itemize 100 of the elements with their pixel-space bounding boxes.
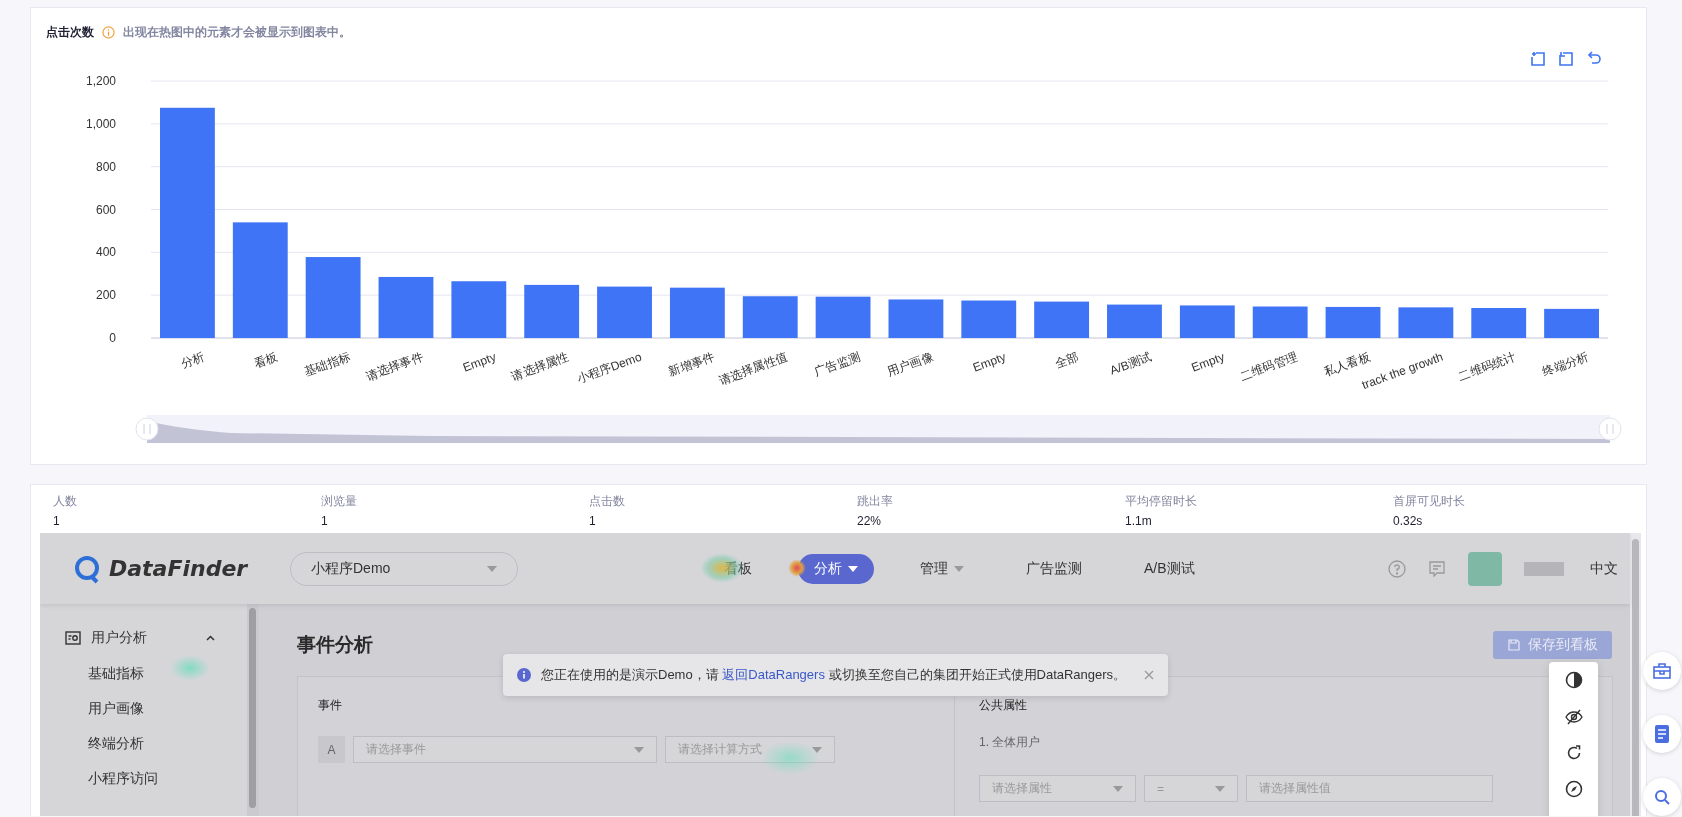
stat-label: 人数	[53, 493, 78, 510]
x-tick-label: Empty	[461, 349, 498, 375]
bar	[815, 296, 871, 338]
event-badge: A	[318, 736, 345, 763]
x-tick-label: 请选择属性	[509, 349, 571, 384]
y-tick-label: 600	[95, 202, 116, 217]
user-search-icon	[65, 630, 81, 646]
bar	[669, 287, 725, 338]
bar	[1179, 305, 1235, 338]
zoom-area-icon[interactable]	[1530, 51, 1546, 67]
bar	[524, 284, 580, 338]
bar	[451, 281, 507, 338]
y-tick-label: 800	[95, 159, 116, 174]
caret-icon	[1215, 785, 1225, 792]
document-button[interactable]	[1643, 715, 1681, 753]
x-tick-label: 私人看板	[1322, 349, 1373, 380]
scrollbar[interactable]	[247, 604, 259, 816]
sidebar-item[interactable]: 小程序访问	[88, 766, 158, 790]
caret-icon	[634, 746, 644, 753]
x-tick-label: 全部	[1053, 349, 1081, 372]
bar	[1471, 308, 1527, 338]
nav-tab[interactable]: 广告监测	[1010, 553, 1098, 584]
bar	[597, 286, 652, 338]
y-tick-label: 0	[109, 331, 116, 345]
x-tick-label: 看板	[251, 349, 280, 372]
caret-icon	[812, 746, 822, 753]
chart-title: 点击次数	[46, 24, 94, 41]
nav-tab[interactable]: 管理	[904, 553, 980, 584]
y-tick-label: 200	[95, 288, 116, 303]
x-tick-label: 二维码统计	[1456, 349, 1518, 384]
nav-tab[interactable]: 分析	[798, 553, 874, 584]
logo-text: DataFinder	[109, 556, 248, 581]
x-tick-label: 基础指标	[302, 349, 353, 380]
search-button[interactable]	[1643, 778, 1681, 816]
sidebar-item[interactable]: 终端分析	[88, 731, 144, 755]
eye-off-icon[interactable]	[1564, 708, 1583, 726]
contrast-icon[interactable]	[1564, 671, 1583, 689]
x-tick-label: 小程序Demo	[574, 349, 644, 387]
nav-tab[interactable]: 看板	[708, 553, 768, 584]
notice-link[interactable]: 返回DataRangers	[722, 667, 825, 682]
page-title: 事件分析	[297, 633, 373, 657]
info-icon	[517, 668, 531, 682]
chart-hint: 出现在热图中的元素才会被显示到图表中。	[123, 24, 351, 41]
chevron-up-icon	[206, 635, 215, 641]
stat-label: 浏览量	[321, 493, 358, 510]
bar	[1544, 308, 1599, 338]
stat-value: 1	[53, 514, 61, 528]
x-tick-label: 用户画像	[885, 349, 935, 380]
section-label: 事件	[318, 697, 343, 714]
caret-icon	[487, 565, 497, 572]
nav-tab[interactable]: A/B测试	[1128, 553, 1211, 584]
info-icon	[102, 26, 115, 39]
stat-value: 1.1m	[1125, 514, 1153, 528]
sidebar-item[interactable]: 基础指标	[88, 661, 144, 685]
bar	[1107, 304, 1162, 338]
blurred-username	[1523, 561, 1564, 576]
sidebar-group[interactable]: 用户分析	[65, 626, 215, 650]
stat-value: 0.32s	[1393, 514, 1424, 528]
x-tick-label: 二维码管理	[1238, 349, 1300, 384]
scrollbar[interactable]	[1630, 533, 1641, 816]
help-icon[interactable]	[1387, 559, 1406, 578]
close-icon[interactable]	[1144, 670, 1154, 680]
y-tick-label: 400	[95, 245, 116, 260]
sidebar-item[interactable]: 用户画像	[88, 696, 144, 720]
x-tick-label: A/B测试	[1108, 349, 1154, 378]
save-icon	[1507, 639, 1520, 651]
x-tick-label: 终端分析	[1540, 349, 1591, 380]
stat-label: 平均停留时长	[1125, 493, 1198, 510]
x-tick-label: 请选择事件	[363, 349, 425, 384]
y-tick-label: 1,000	[85, 116, 116, 131]
message-icon[interactable]	[1427, 559, 1446, 578]
heatmap-spot	[788, 559, 806, 577]
bar	[742, 296, 798, 338]
range-slider[interactable]	[135, 415, 1622, 443]
undo-icon[interactable]	[1586, 51, 1602, 67]
caret-icon	[1113, 785, 1123, 792]
notice-text: 您正在使用的是演示Demo，请 返回DataRangers 或切换至您自己的集团开始正式使用DataRangers。	[541, 666, 1128, 684]
x-tick-label: 广告监测	[812, 349, 863, 380]
stat-value: 1	[589, 514, 597, 528]
document-icon	[1655, 725, 1669, 743]
bar	[1398, 307, 1454, 338]
x-tick-label: 新增事件	[666, 349, 717, 380]
compass-icon[interactable]	[1564, 780, 1583, 798]
section-label: 公共属性	[979, 697, 1028, 714]
bar	[961, 300, 1017, 338]
language-label[interactable]: 中文	[1589, 559, 1618, 578]
y-tick-label: 1,200	[85, 74, 116, 88]
refresh-icon[interactable]	[1565, 745, 1582, 761]
bar	[1252, 306, 1308, 338]
stat-value: 1	[321, 514, 329, 528]
x-tick-label: Empty	[971, 349, 1008, 375]
stat-value: 22%	[857, 514, 883, 528]
group-label: 1. 全体用户	[979, 734, 1042, 751]
toolbox-icon	[1653, 663, 1671, 679]
toolbox-button[interactable]	[1643, 652, 1681, 690]
search-icon	[1654, 789, 1670, 805]
stat-label: 首屏可见时长	[1393, 493, 1466, 510]
x-tick-label: 分析	[179, 349, 207, 372]
zoom-reset-icon[interactable]	[1558, 51, 1574, 67]
bar	[378, 276, 434, 338]
